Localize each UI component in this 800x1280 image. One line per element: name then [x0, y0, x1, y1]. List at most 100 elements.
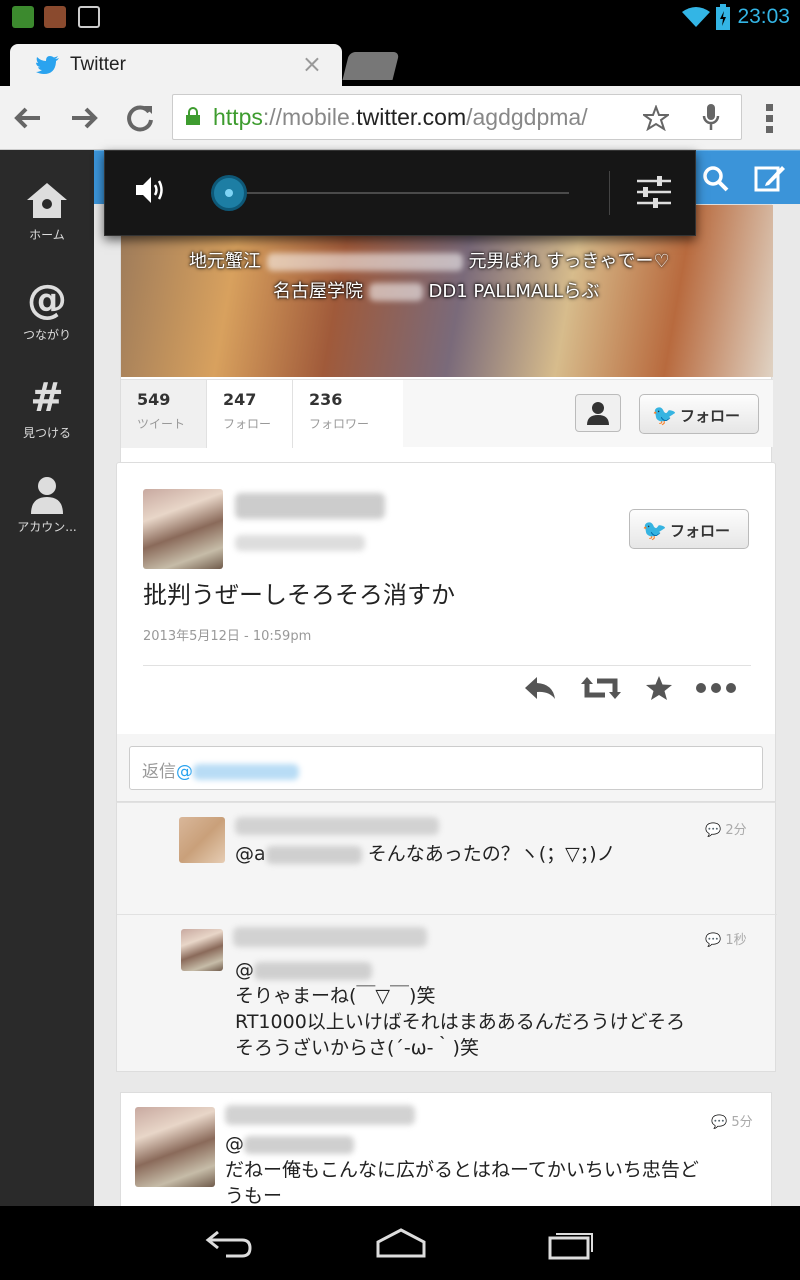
- reply-body-text: そんなあったの？ヽ(；▽；)ノ: [367, 843, 616, 865]
- reply-body-line-3: そろうざいからさ(´-ω-｀)笑: [235, 1037, 479, 1059]
- status-bar: 23:03: [0, 0, 800, 36]
- redacted-text: [265, 845, 362, 864]
- reply-input[interactable]: 返信@: [129, 746, 763, 790]
- main-content: 地元蟹江 元男ばれ すっきゃでー♡ 名古屋学院 DD1 PALLMALLらぶ 5…: [94, 150, 800, 1206]
- wifi-icon: [682, 7, 710, 27]
- speaker-icon: [136, 177, 163, 203]
- comment-icon: 💬: [705, 823, 722, 838]
- image-icon: [78, 6, 100, 28]
- home-icon: [27, 183, 67, 218]
- back-icon[interactable]: [204, 1226, 254, 1260]
- retweet-icon[interactable]: [581, 675, 621, 701]
- reply-area: 返信@: [116, 734, 776, 802]
- reply-mention: @a: [235, 843, 266, 865]
- redacted-text: [193, 764, 299, 780]
- tweet-mention: @: [225, 1133, 244, 1155]
- bio-line1-end: 元男ばれ すっきゃでー♡: [468, 251, 670, 272]
- profile-bio-line-1: 地元蟹江 元男ばれ すっきゃでー♡: [189, 247, 670, 273]
- comment-icon: 💬: [711, 1115, 728, 1130]
- nav-item-account[interactable]: アカウン...: [0, 472, 94, 562]
- battery-icon: [716, 4, 730, 30]
- more-icon[interactable]: [695, 675, 737, 701]
- bio-line1-start: 地元蟹江: [189, 251, 261, 272]
- favorite-star-icon[interactable]: [645, 675, 673, 701]
- reply-icon[interactable]: [523, 675, 557, 701]
- tweet-follow-button[interactable]: 🐦 フォロー: [629, 509, 749, 549]
- forward-arrow-icon[interactable]: [66, 100, 102, 136]
- at-icon: @: [27, 277, 67, 323]
- follow-button[interactable]: 🐦 フォロー: [639, 394, 759, 434]
- nav-item-home[interactable]: ホーム: [0, 180, 94, 270]
- recent-apps-icon[interactable]: [546, 1226, 596, 1260]
- system-nav-bar: [0, 1206, 800, 1280]
- bio-line2-start: 名古屋学院: [273, 281, 363, 302]
- new-tab-button[interactable]: [342, 52, 400, 80]
- divider: [609, 171, 610, 215]
- avatar[interactable]: [135, 1107, 215, 1187]
- stat-tweets[interactable]: 549 ツイート: [121, 380, 207, 448]
- stat-tweets-count: 549: [137, 390, 171, 409]
- reply-body-line-2: RT1000以上いけばそれはまああるんだろうけどそろ: [235, 1011, 686, 1033]
- redacted-name: [235, 817, 439, 835]
- hash-icon: #: [30, 375, 64, 421]
- redacted-name: [225, 1105, 415, 1125]
- stat-followers-count: 236: [309, 390, 343, 409]
- tweet-card[interactable]: 💬 5分 @ だねー俺もこんなに広がるとはねーてかいちいち忠告ど うもー: [120, 1092, 772, 1206]
- search-icon[interactable]: [702, 165, 730, 193]
- twitter-bird-icon: [36, 56, 59, 74]
- redacted-text: [266, 253, 463, 271]
- nav-item-connect[interactable]: @ つながり: [0, 276, 94, 366]
- tweet-card: 🐦 フォロー 批判うぜーしそろそろ消すか 2013年5月12日 - 10:59p…: [116, 462, 776, 752]
- menu-overflow-icon[interactable]: [762, 102, 778, 134]
- stat-followers[interactable]: 236 フォロワー: [293, 380, 403, 448]
- sliders-settings-icon[interactable]: [635, 173, 673, 211]
- stat-followers-label: フォロワー: [309, 417, 370, 431]
- url-path: /agdgdpma/: [466, 104, 588, 130]
- reply-time: 💬 2分: [705, 819, 747, 838]
- back-arrow-icon[interactable]: [10, 100, 46, 136]
- stat-following[interactable]: 247 フォロー: [207, 380, 293, 448]
- divider: [143, 665, 751, 666]
- close-icon[interactable]: ×: [302, 50, 322, 78]
- microphone-icon[interactable]: [701, 103, 721, 133]
- redacted-display-name: [235, 493, 385, 519]
- reply-time-text: 2分: [725, 823, 747, 838]
- url-scheme: https: [213, 104, 263, 130]
- stat-following-count: 247: [223, 390, 257, 409]
- tweet-body-line-1: だねー俺もこんなに広がるとはねーてかいちいち忠告ど: [225, 1159, 699, 1181]
- tweet-body-line-2: うもー: [225, 1185, 283, 1206]
- comment-icon: 💬: [705, 933, 722, 948]
- tweet-text: @ だねー俺もこんなに広がるとはねーてかいちいち忠告ど うもー: [225, 1131, 699, 1206]
- tweet-date[interactable]: 2013年5月12日 - 10:59pm: [143, 625, 311, 644]
- nav-label-discover: 見つける: [22, 426, 71, 440]
- avatar[interactable]: [181, 929, 223, 971]
- tweet-time-text: 5分: [731, 1115, 753, 1130]
- person-icon: [31, 477, 63, 514]
- profile-stats: 549 ツイート 247 フォロー 236 フォロワー 🐦 フォロー: [121, 379, 773, 448]
- volume-thumb[interactable]: [211, 175, 247, 211]
- redacted-screen-name: [235, 535, 365, 551]
- nav-label-home: ホーム: [29, 228, 65, 242]
- side-nav: ホーム @ つながり # 見つける アカウン...: [0, 150, 94, 1206]
- avatar[interactable]: [179, 817, 225, 863]
- volume-slider[interactable]: [211, 175, 569, 211]
- reply-item[interactable]: 💬 2分 @a そんなあったの？ヽ(；▽；)ノ: [117, 803, 777, 915]
- reply-at: @: [176, 762, 193, 782]
- url-text: https://mobile.twitter.com/agdgdpma/: [213, 104, 588, 131]
- redacted-text: [368, 283, 423, 301]
- tab-title: Twitter: [70, 54, 126, 75]
- nav-item-discover[interactable]: # 見つける: [0, 374, 94, 464]
- compose-icon[interactable]: [754, 163, 786, 193]
- status-time: 23:03: [737, 5, 790, 28]
- reload-icon[interactable]: [122, 100, 158, 136]
- user-actions-button[interactable]: [575, 394, 621, 432]
- app-icon-green: [12, 6, 34, 28]
- volume-overlay: [104, 150, 696, 236]
- bookmark-star-icon[interactable]: [643, 105, 669, 131]
- url-bar[interactable]: https://mobile.twitter.com/agdgdpma/: [172, 94, 742, 140]
- home-button-icon[interactable]: [374, 1226, 428, 1260]
- reply-item[interactable]: 💬 1秒 @ そりゃまーね(￣▽￣)笑 RT1000以上いけばそれはまああるんだ…: [117, 915, 777, 1073]
- tweet-follow-label: フォロー: [670, 522, 731, 540]
- tab-twitter[interactable]: Twitter ×: [10, 44, 342, 86]
- avatar[interactable]: [143, 489, 223, 569]
